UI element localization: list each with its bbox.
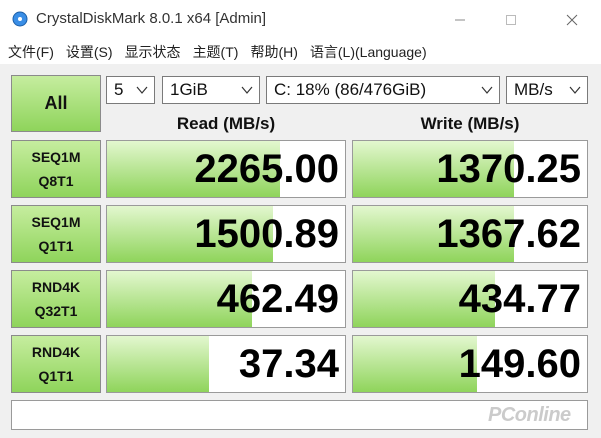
read-result-cell: 37.34 (106, 335, 346, 393)
unit-select[interactable]: MB/s (506, 76, 588, 104)
write-column-header: Write (MB/s) (420, 114, 520, 133)
test-size-value: 1GiB (170, 80, 208, 99)
menu-help[interactable]: 帮助(H) (244, 42, 303, 62)
rnd4k-q32t1-button[interactable]: RND4K Q32T1 (11, 270, 101, 328)
test-count-value: 5 (114, 80, 124, 99)
test-name: RND4K (31, 344, 81, 360)
test-params: Q1T1 (38, 238, 74, 254)
write-value: 434.77 (458, 277, 581, 321)
chevron-down-icon (481, 86, 493, 94)
read-bar (107, 336, 210, 392)
benchmark-panel: All 5 1GiB C: 18% (86/476GiB) MB/s Read … (0, 64, 601, 438)
test-name: SEQ1M (31, 214, 81, 230)
chevron-down-icon (136, 86, 148, 94)
seq1m-q8t1-button[interactable]: SEQ1M Q8T1 (11, 140, 101, 198)
disk-icon (12, 11, 28, 27)
write-value: 1367.62 (436, 212, 581, 256)
maximize-icon (506, 14, 516, 25)
test-name: RND4K (31, 279, 81, 295)
rnd4k-q1t1-button[interactable]: RND4K Q1T1 (11, 335, 101, 393)
menu-bar: 文件(F) 设置(S) 显示状态 主题(T) 帮助(H) 语言(L)(Langu… (0, 39, 601, 64)
write-result-cell: 1370.25 (352, 140, 588, 198)
write-result-cell: 434.77 (352, 270, 588, 328)
drive-select[interactable]: C: 18% (86/476GiB) (266, 76, 500, 104)
menu-settings[interactable]: 设置(S) (60, 42, 119, 62)
drive-value: C: 18% (86/476GiB) (274, 80, 427, 99)
minimize-button[interactable] (437, 0, 483, 39)
read-result-cell: 1500.89 (106, 205, 346, 263)
close-button[interactable] (549, 0, 595, 39)
write-result-cell: 149.60 (352, 335, 588, 393)
write-value: 149.60 (458, 342, 581, 386)
read-value: 2265.00 (194, 147, 339, 191)
read-value: 462.49 (216, 277, 339, 321)
chevron-down-icon (241, 86, 253, 94)
title-bar: CrystalDiskMark 8.0.1 x64 [Admin] (0, 0, 601, 39)
write-result-cell: 1367.62 (352, 205, 588, 263)
unit-value: MB/s (514, 80, 553, 99)
read-value: 1500.89 (194, 212, 339, 256)
test-params: Q1T1 (38, 368, 74, 384)
maximize-button[interactable] (488, 0, 534, 39)
watermark: PConline (488, 404, 571, 426)
test-params: Q8T1 (38, 173, 74, 189)
minimize-icon (455, 19, 465, 20)
menu-language[interactable]: 语言(L)(Language) (304, 42, 433, 62)
menu-file[interactable]: 文件(F) (0, 42, 60, 62)
test-params: Q32T1 (34, 303, 78, 319)
write-value: 1370.25 (436, 147, 581, 191)
close-icon (566, 14, 578, 25)
menu-theme[interactable]: 主题(T) (187, 42, 245, 62)
all-button[interactable]: All (11, 75, 101, 132)
test-count-select[interactable]: 5 (106, 76, 155, 104)
seq1m-q1t1-button[interactable]: SEQ1M Q1T1 (11, 205, 101, 263)
menu-profile[interactable]: 显示状态 (119, 42, 187, 62)
read-result-cell: 462.49 (106, 270, 346, 328)
read-result-cell: 2265.00 (106, 140, 346, 198)
read-value: 37.34 (238, 342, 339, 386)
read-column-header: Read (MB/s) (176, 114, 276, 133)
test-size-select[interactable]: 1GiB (162, 76, 260, 104)
chevron-down-icon (569, 86, 581, 94)
test-name: SEQ1M (31, 149, 81, 165)
window-title: CrystalDiskMark 8.0.1 x64 [Admin] (36, 10, 267, 27)
